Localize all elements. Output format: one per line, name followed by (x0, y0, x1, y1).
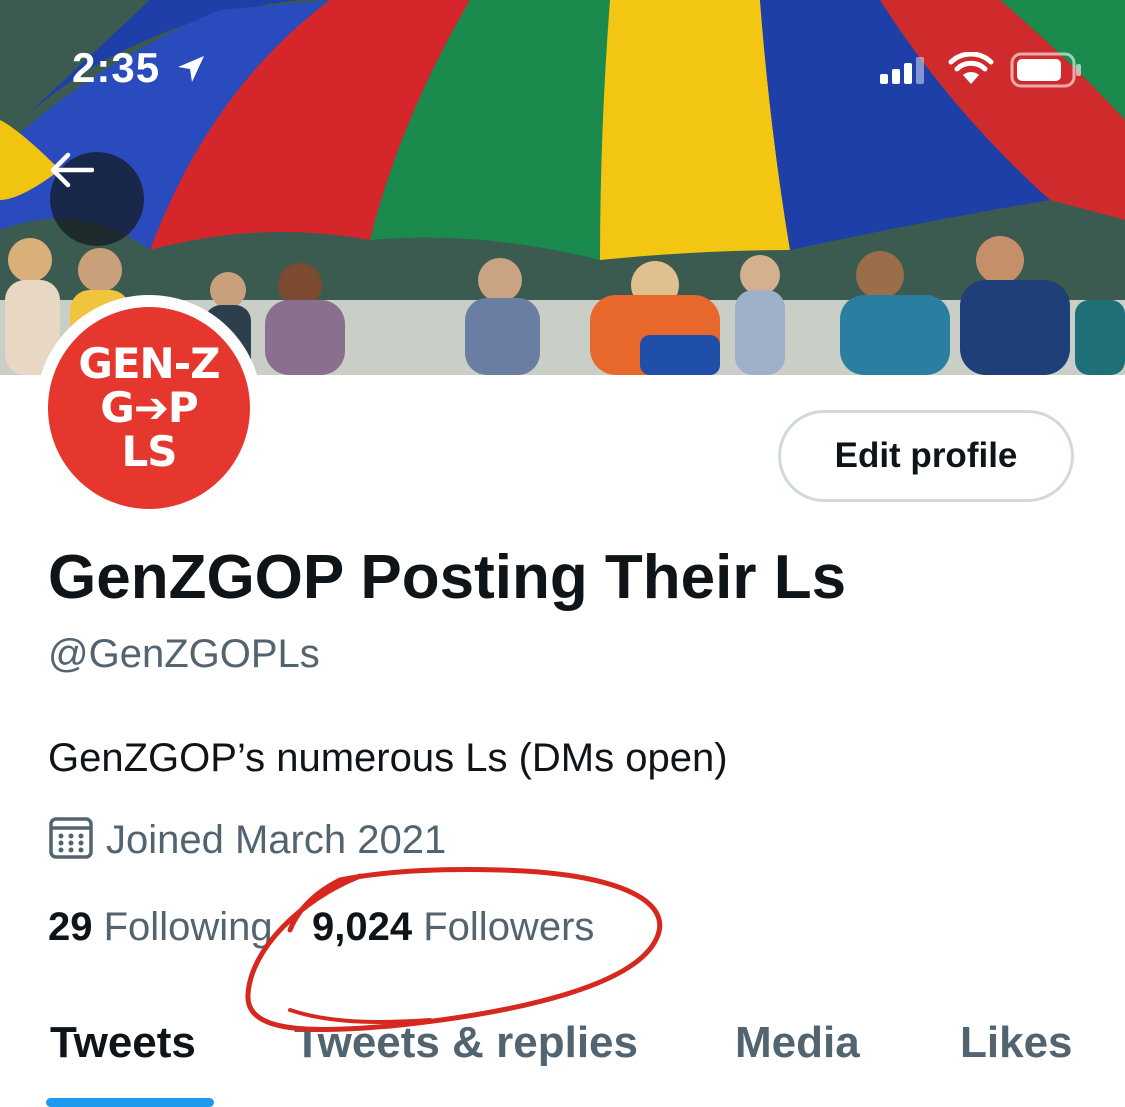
tab-tweets[interactable]: Tweets (50, 1018, 196, 1068)
following-count: 29 (48, 905, 93, 949)
followers-count: 9,024 (312, 905, 413, 949)
followers-link[interactable]: 9,024 Followers (312, 905, 594, 950)
tab-likes[interactable]: Likes (960, 1018, 1073, 1068)
status-bar: 2:35 (0, 0, 1125, 140)
join-date-text: Joined March 2021 (106, 818, 447, 862)
profile-bio: GenZGOP’s numerous Ls (DMs open) (48, 736, 728, 780)
calendar-icon (48, 816, 94, 865)
back-button[interactable] (50, 152, 144, 246)
tab-tweets-and-replies[interactable]: Tweets & replies (294, 1018, 638, 1068)
avatar-logo-line-2: G➔P (100, 383, 198, 432)
join-date: Joined March 2021 (48, 816, 446, 865)
profile-tabs: Tweets Tweets & replies Media Likes (0, 1010, 1125, 1107)
avatar-logo-line-3: LS (121, 427, 177, 476)
following-link[interactable]: 29 Following (48, 905, 273, 950)
tab-media[interactable]: Media (735, 1018, 860, 1068)
following-label: Following (103, 905, 273, 949)
edit-profile-button[interactable]: Edit profile (778, 410, 1074, 502)
user-handle: @GenZGOPLs (48, 632, 320, 676)
active-tab-indicator (46, 1098, 214, 1107)
followers-label: Followers (423, 905, 595, 949)
avatar[interactable]: GEN-Z G➔P LS (48, 307, 250, 509)
avatar-logo-line-1: GEN-Z (78, 339, 220, 388)
status-time: 2:35 (72, 44, 161, 91)
display-name: GenZGOP Posting Their Ls (48, 543, 847, 612)
